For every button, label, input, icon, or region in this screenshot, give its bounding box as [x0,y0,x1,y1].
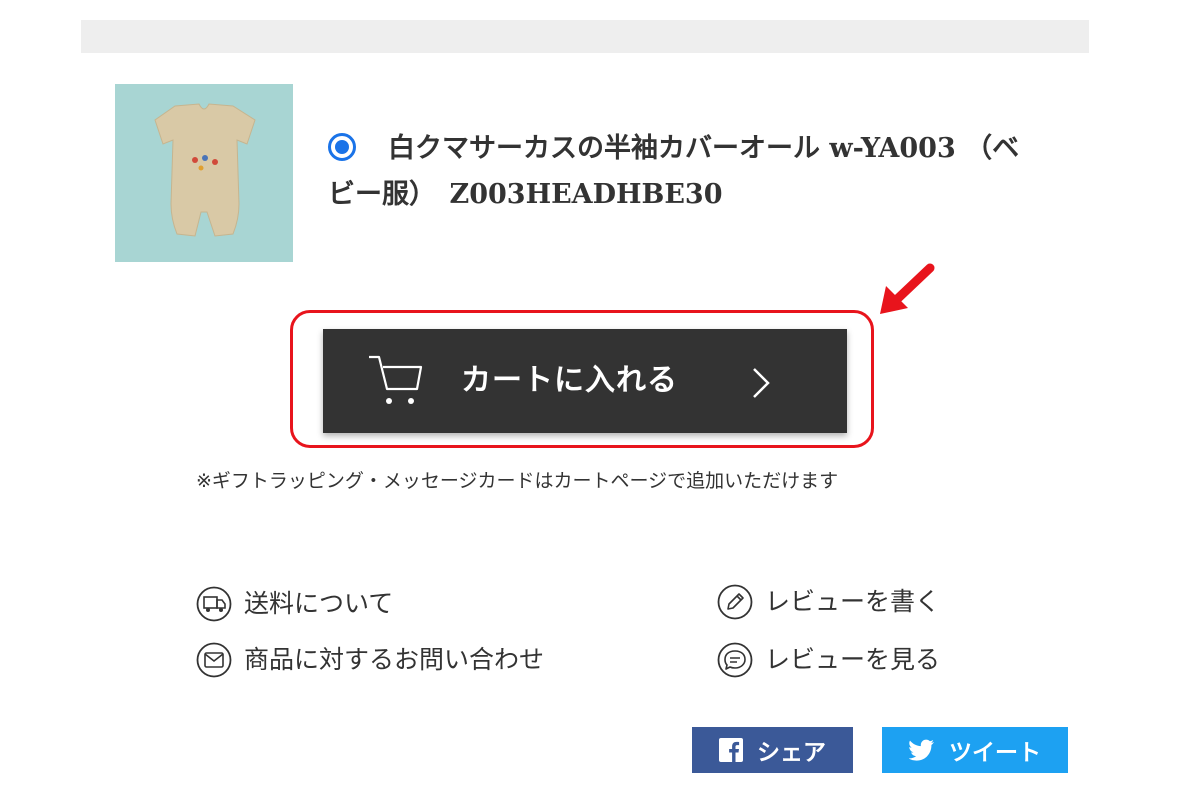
pencil-icon [717,584,753,620]
twitter-tweet-button[interactable]: ツイート [882,727,1068,773]
variant-label: 白クマサーカスの半袖カバーオール w-YA003 （ベ ビー服） Z003HEA… [328,126,1068,218]
red-arrow-icon [880,263,935,314]
add-to-cart-label: カートに入れる [461,364,678,397]
add-to-cart-button[interactable]: カートに入れる [323,329,847,433]
view-reviews-label: レビューを見る [765,645,941,674]
variant-radio[interactable] [328,133,356,161]
write-review-link[interactable]: レビューを書く [717,584,940,620]
mail-icon [196,642,232,678]
facebook-share-button[interactable]: シェア [692,727,853,773]
product-inquiry-label: 商品に対するお問い合わせ [244,645,545,674]
variant-option[interactable]: 白クマサーカスの半袖カバーオール w-YA003 （ベ ビー服） Z003HEA… [328,126,1068,218]
baby-romper-image [115,84,293,262]
chevron-right-icon [753,368,770,398]
product-image[interactable] [115,84,293,262]
variant-label-line1: 白クマサーカスの半袖カバーオール w-YA003 （ベ [388,133,1020,164]
product-inquiry-link[interactable]: 商品に対するお問い合わせ [196,642,544,678]
write-review-label: レビューを書く [765,587,941,616]
shipping-info-label: 送料について [244,589,394,618]
view-reviews-link[interactable]: レビューを見る [717,642,940,678]
facebook-share-label: シェア [757,740,826,766]
shopping-cart-icon [369,355,423,404]
gift-wrapping-note: ※ギフトラッピング・メッセージカードはカートページで追加いただけます [196,470,839,492]
top-bar [81,20,1089,53]
facebook-icon [719,738,743,762]
twitter-tweet-label: ツイート [949,740,1041,766]
variant-label-line2: ビー服） Z003HEADHBE30 [328,179,723,210]
twitter-icon [909,739,934,761]
truck-icon [196,586,232,622]
shipping-info-link[interactable]: 送料について [196,586,393,622]
chat-bubble-icon [717,642,753,678]
